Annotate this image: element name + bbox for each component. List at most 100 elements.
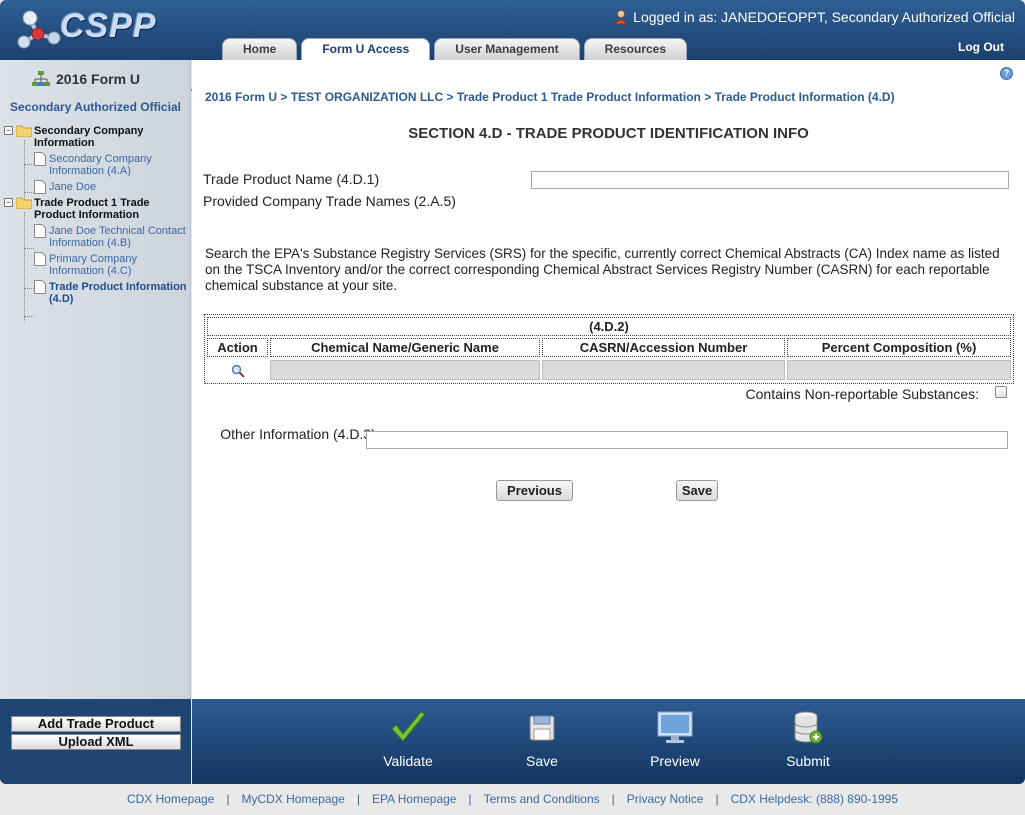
footer-link-mycdx-homepage[interactable]: MyCDX Homepage [241,792,344,806]
chemical-name-cell [270,359,540,381]
database-add-icon [794,711,823,744]
user-icon [614,10,628,25]
sidebar-actions: Add Trade Product Upload XML [0,699,191,784]
tab-user-management[interactable]: User Management [434,38,580,60]
save-button[interactable]: Save [676,480,718,501]
percent-field [787,360,1011,380]
save-label: Save [526,753,558,769]
footer-link-terms[interactable]: Terms and Conditions [484,792,600,806]
floppy-disk-icon [529,715,555,741]
non-reportable-label: Contains Non-reportable Substances: [745,386,979,402]
document-icon [34,280,46,294]
tree-item-technical-contact-4b[interactable]: Jane Doe Technical Contact Information (… [4,224,190,249]
tree-item-label: Jane Doe [49,181,97,193]
tree-item-label: Primary Company Information (4.C) [49,253,138,277]
section-title: SECTION 4.D - TRADE PRODUCT IDENTIFICATI… [408,125,809,142]
tree-folder-trade-product-1[interactable]: − Trade Product 1 Trade Product Informat… [4,197,190,221]
collapse-toggle-icon[interactable]: − [4,198,13,207]
validate-label: Validate [383,753,433,769]
document-icon [34,152,46,166]
other-information-input[interactable] [366,431,1008,449]
table-row [207,359,1011,381]
tree-item-label: Trade Product Information (4.D) [49,281,187,305]
magnifier-icon[interactable] [231,364,245,378]
help-icon[interactable]: ? [1000,67,1013,80]
footer-link-helpdesk[interactable]: CDX Helpdesk: (888) 890-1995 [731,792,898,806]
breadcrumb-separator: > [277,90,291,104]
sitemap-icon [32,71,50,86]
col-casrn: CASRN/Accession Number [542,338,785,357]
upload-xml-button[interactable]: Upload XML [11,734,181,750]
footer-link-epa-homepage[interactable]: EPA Homepage [372,792,457,806]
non-reportable-checkbox[interactable] [995,386,1007,398]
main-content: ? 2016 Form U > TEST ORGANIZATION LLC > … [192,60,1025,699]
form-title: 2016 Form U [56,71,141,87]
add-trade-product-button[interactable]: Add Trade Product [11,716,181,732]
footer-link-privacy[interactable]: Privacy Notice [627,792,704,806]
footer-separator: | [226,792,230,806]
checkmark-icon [391,711,426,742]
tree-item-primary-company-4c[interactable]: Primary Company Information (4.C) [4,252,190,277]
col-chemical-name: Chemical Name/Generic Name [270,338,540,357]
preview-action[interactable]: Preview [635,711,715,769]
document-icon [34,224,46,238]
footer-separator: | [468,792,472,806]
breadcrumb-trade-product[interactable]: Trade Product 1 Trade Product Informatio… [457,90,701,104]
validate-action[interactable]: Validate [368,711,448,769]
document-icon [34,252,46,266]
breadcrumb-separator: > [700,90,715,104]
trade-product-name-input[interactable] [531,171,1009,189]
form-action-bar: Validate Save Preview Submit [192,699,1025,784]
tree-item-label: Secondary Company Information (4.A) [49,153,152,177]
preview-label: Preview [650,753,700,769]
table-caption: (4.D.2) [207,317,1011,336]
save-action[interactable]: Save [502,711,582,769]
logo-text: CSPP [60,7,157,45]
logout-link[interactable]: Log Out [958,40,1004,54]
chemical-table: (4.D.2) Action Chemical Name/Generic Nam… [204,314,1014,384]
collapse-toggle-icon[interactable]: − [4,126,13,135]
breadcrumb-form[interactable]: 2016 Form U [205,90,277,104]
previous-button[interactable]: Previous [496,480,573,501]
action-cell [207,359,268,381]
trade-product-name-label: Trade Product Name (4.D.1) [203,171,380,187]
breadcrumb-organization[interactable]: TEST ORGANIZATION LLC [291,90,443,104]
app-header: CSPP Logged in as: JANEDOEOPPT, Secondar… [0,0,1025,60]
form-title-row: 2016 Form U [32,71,140,87]
provided-trade-names-label: Provided Company Trade Names (2.A.5) [203,193,456,209]
logged-in-info: Logged in as: JANEDOEOPPT, Secondary Aut… [613,9,1015,25]
role-label: Secondary Authorized Official [10,100,181,114]
monitor-icon [657,711,693,743]
breadcrumb: 2016 Form U > TEST ORGANIZATION LLC > Tr… [205,90,895,104]
tab-home[interactable]: Home [222,38,298,60]
other-information-label: Other Information (4.D.3) [220,426,376,442]
col-percent-composition: Percent Composition (%) [787,338,1011,357]
folder-icon [16,197,32,209]
tree-item-label: Jane Doe Technical Contact Information (… [49,225,186,249]
main-tabs: Home Form U Access User Management Resou… [222,38,691,60]
folder-icon [16,125,32,137]
casrn-field [542,360,785,380]
tab-form-u-access[interactable]: Form U Access [301,38,431,60]
navigation-sidebar: 2016 Form U Secondary Authorized Officia… [0,60,191,699]
document-icon [34,180,46,194]
col-action: Action [207,338,268,357]
tree-item-trade-product-info-4d[interactable]: Trade Product Information (4.D) [4,280,190,305]
breadcrumb-separator: > [443,90,457,104]
tree-item-jane-doe[interactable]: Jane Doe [4,180,190,194]
tree-folder-secondary-company[interactable]: − Secondary Company Information [4,125,190,149]
submit-label: Submit [786,753,830,769]
breadcrumb-current: Trade Product Information (4.D) [714,90,895,104]
tab-resources[interactable]: Resources [583,38,688,60]
chemical-name-field [270,360,540,380]
submit-action[interactable]: Submit [768,711,848,769]
srs-search-instructions: Search the EPA's Substance Registry Serv… [205,246,1000,293]
percent-cell [787,359,1011,381]
tree-item-secondary-company-4a[interactable]: Secondary Company Information (4.A) [4,152,190,177]
footer-separator: | [715,792,719,806]
logged-in-text: Logged in as: JANEDOEOPPT, Secondary Aut… [633,9,1015,25]
tree-folder-label: Trade Product 1 Trade Product Informatio… [34,197,150,221]
tree-folder-label: Secondary Company Information [34,125,144,149]
footer-link-cdx-homepage[interactable]: CDX Homepage [127,792,214,806]
form-tree: − Secondary Company Information Secondar… [4,124,190,322]
